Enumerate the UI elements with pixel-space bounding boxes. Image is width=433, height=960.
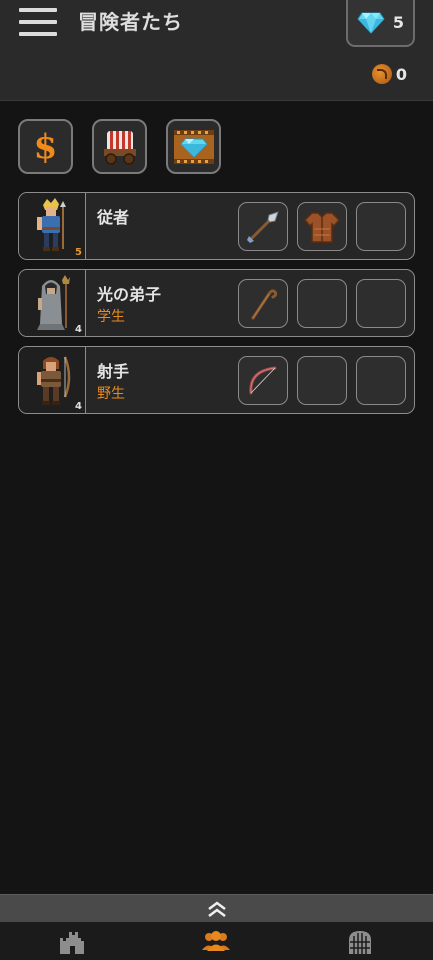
equipment-slot-empty[interactable] bbox=[297, 279, 347, 328]
nav-gate[interactable] bbox=[340, 930, 380, 956]
top-bar: 冒険者たち 5 0 bbox=[0, 0, 433, 101]
gem-ad-shop-button[interactable] bbox=[166, 119, 221, 174]
hero-level: 4 bbox=[75, 324, 82, 335]
leather-armor-icon bbox=[303, 211, 341, 243]
wagon-icon bbox=[103, 130, 136, 165]
party-icon bbox=[202, 931, 230, 951]
equipment-slot-empty[interactable] bbox=[356, 202, 406, 251]
gate-icon bbox=[349, 931, 371, 954]
hero-level: 5 bbox=[75, 247, 82, 258]
equipment-slot-empty[interactable] bbox=[356, 279, 406, 328]
bow-icon bbox=[249, 366, 277, 394]
coin-icon bbox=[371, 64, 392, 84]
dollar-sign-icon: $ bbox=[33, 126, 58, 167]
coin-count: 0 bbox=[395, 64, 407, 84]
hero-name: 射手 bbox=[97, 362, 130, 381]
coin-counter: 0 bbox=[371, 64, 407, 84]
equipment-slot-weapon[interactable] bbox=[238, 202, 288, 251]
hero-card[interactable]: 5 従者 bbox=[18, 192, 415, 260]
diamond-icon bbox=[357, 12, 385, 34]
hero-portrait: 4 bbox=[19, 270, 86, 336]
film-gem-icon bbox=[173, 129, 214, 164]
expand-drawer-button[interactable] bbox=[0, 894, 433, 922]
hero-level: 4 bbox=[75, 401, 82, 412]
page-title: 冒険者たち bbox=[78, 10, 183, 34]
spear-icon bbox=[247, 210, 279, 243]
hero-class: 野生 bbox=[97, 386, 125, 402]
gold-shop-button[interactable]: $ bbox=[18, 119, 73, 174]
hero-card[interactable]: 4 光の弟子 学生 bbox=[18, 269, 415, 337]
equipment-slot-armor[interactable] bbox=[297, 202, 347, 251]
acolyte-portrait-icon bbox=[37, 275, 70, 330]
staff-icon bbox=[251, 288, 278, 319]
equipment-slot-empty[interactable] bbox=[356, 356, 406, 405]
hero-portrait: 5 bbox=[19, 193, 86, 259]
equipment-slot-empty[interactable] bbox=[297, 356, 347, 405]
hero-name: 従者 bbox=[97, 208, 130, 227]
equipment-slot-weapon[interactable] bbox=[238, 279, 288, 328]
hamburger-menu-icon[interactable] bbox=[19, 8, 57, 36]
hero-class: 学生 bbox=[97, 309, 125, 325]
squire-portrait-icon bbox=[37, 198, 66, 251]
nav-castle[interactable] bbox=[52, 930, 92, 956]
gem-counter-button[interactable]: 5 bbox=[346, 0, 415, 47]
hero-name: 光の弟子 bbox=[97, 285, 162, 304]
equipment-slot-weapon[interactable] bbox=[238, 356, 288, 405]
hero-card[interactable]: 4 射手 野生 bbox=[18, 346, 415, 414]
nav-adventurers[interactable] bbox=[196, 930, 236, 956]
double-chevron-up-icon bbox=[207, 900, 226, 917]
bottom-navigation bbox=[0, 922, 433, 960]
archer-portrait-icon bbox=[37, 356, 71, 405]
wagon-shop-button[interactable] bbox=[92, 119, 147, 174]
castle-icon bbox=[60, 932, 84, 954]
shop-row: $ bbox=[18, 119, 221, 174]
hero-portrait: 4 bbox=[19, 347, 86, 413]
gem-count: 5 bbox=[392, 13, 405, 32]
